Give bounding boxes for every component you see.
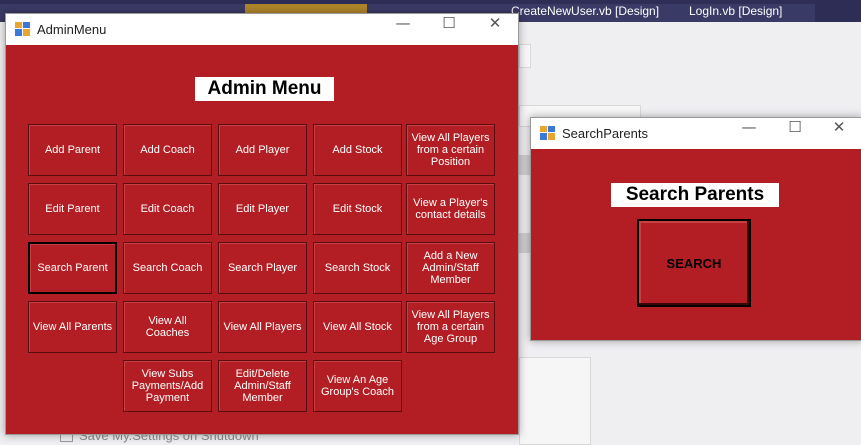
view-a-player-s-contact-details-button[interactable]: View a Player's contact details [406,183,495,235]
edit-stock-button[interactable]: Edit Stock [313,183,402,235]
admin-menu-window: AdminMenu — ☐ ✕ Admin Menu Add Parent Add… [5,13,519,435]
search-parents-heading: Search Parents [611,183,779,207]
admin-window-title: AdminMenu [37,22,107,37]
view-all-parents-button[interactable]: View All Parents [28,301,117,353]
view-subs-payments-add-payment-button[interactable]: View Subs Payments/Add Payment [123,360,212,412]
search-parents-window: SearchParents — ☐ ✕ Search Parents SEARC… [530,117,861,341]
minimize-icon[interactable]: — [726,118,772,149]
close-icon[interactable]: ✕ [472,14,518,45]
admin-titlebar[interactable]: AdminMenu — ☐ ✕ [6,14,518,45]
edit-coach-button[interactable]: Edit Coach [123,183,212,235]
form-icon [15,22,30,36]
edit-parent-button[interactable]: Edit Parent [28,183,117,235]
maximize-icon[interactable]: ☐ [426,14,472,45]
search-titlebar[interactable]: SearchParents — ☐ ✕ [531,118,861,149]
add-a-new-admin-staff-member-button[interactable]: Add a New Admin/Staff Member [406,242,495,294]
view-all-players-button[interactable]: View All Players [218,301,307,353]
search-stock-button[interactable]: Search Stock [313,242,402,294]
form-icon [540,126,555,140]
maximize-icon[interactable]: ☐ [772,118,818,149]
ide-tab-login[interactable]: LogIn.vb [Design] [685,4,815,22]
search-coach-button[interactable]: Search Coach [123,242,212,294]
search-button[interactable]: SEARCH [637,219,751,307]
ide-tab-createnewuser[interactable]: CreateNewUser.vb [Design] [507,4,685,22]
edit-player-button[interactable]: Edit Player [218,183,307,235]
view-an-age-group-s-coach-button[interactable]: View An Age Group's Coach [313,360,402,412]
close-icon[interactable]: ✕ [816,118,861,149]
view-all-stock-button[interactable]: View All Stock [313,301,402,353]
search-player-button[interactable]: Search Player [218,242,307,294]
search-client-area: Search Parents SEARCH [531,149,861,340]
add-parent-button[interactable]: Add Parent [28,124,117,176]
minimize-icon[interactable]: — [380,14,426,45]
search-parent-button[interactable]: Search Parent [28,242,117,294]
search-window-title: SearchParents [562,126,648,141]
add-player-button[interactable]: Add Player [218,124,307,176]
admin-client-area: Admin Menu Add Parent Add Coach Add Player… [6,45,518,434]
ide-combo-edge [519,44,531,68]
ide-panel-lower [519,357,591,445]
edit-delete-admin-staff-member-button[interactable]: Edit/Delete Admin/Staff Member [218,360,307,412]
admin-menu-heading: Admin Menu [195,77,334,101]
view-all-coaches-button[interactable]: View All Coaches [123,301,212,353]
add-stock-button[interactable]: Add Stock [313,124,402,176]
view-all-players-from-a-certain-position-button[interactable]: View All Players from a certain Position [406,124,495,176]
add-coach-button[interactable]: Add Coach [123,124,212,176]
view-all-players-from-a-certain-age-group-button[interactable]: View All Players from a certain Age Grou… [406,301,495,353]
